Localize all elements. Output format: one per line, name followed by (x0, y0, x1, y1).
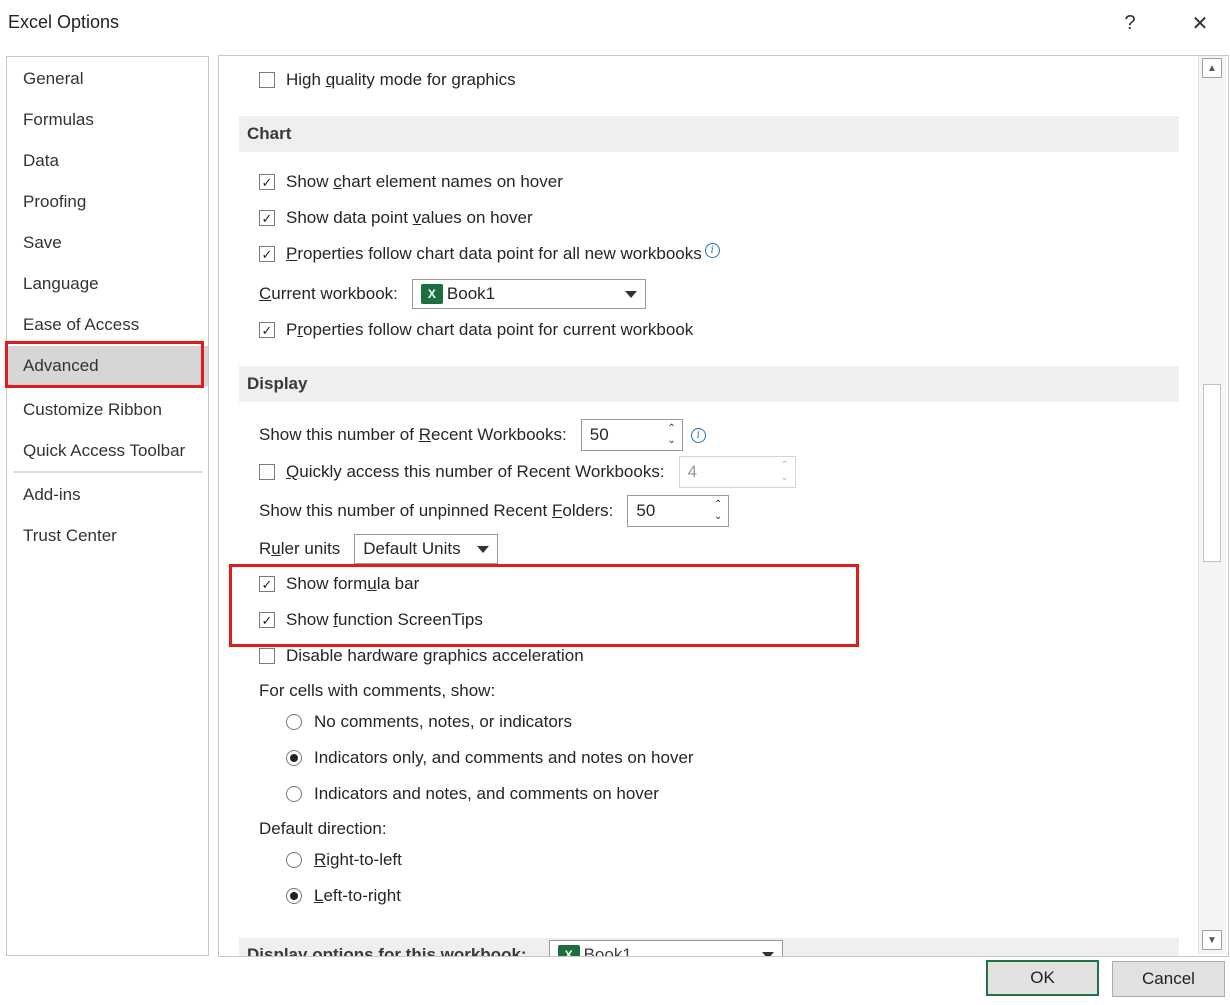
triangle-up-icon: ▲ (1207, 62, 1217, 74)
triangle-down-icon: ▼ (1207, 934, 1217, 946)
high-quality-graphics-checkbox[interactable] (259, 72, 275, 88)
scroll-up-button[interactable]: ▲ (1202, 58, 1222, 78)
chevron-down-icon (624, 291, 637, 298)
spinner-arrows-icon[interactable]: ⌃ ⌄ (714, 499, 722, 523)
nav-item-save[interactable]: Save (7, 223, 208, 263)
comment-option-none-label: No comments, notes, or indicators (314, 712, 572, 731)
ok-button[interactable]: OK (986, 960, 1099, 996)
direction-rtl-label: Right-to-left (314, 850, 402, 869)
disable-hardware-graphics-label: Disable hardware graphics acceleration (286, 646, 584, 665)
recent-folders-row: Show this number of unpinned Recent Fold… (259, 495, 730, 527)
workbook-display-section-header: Display options for this workbook: X Boo… (239, 938, 1179, 957)
props-all-workbooks-option[interactable]: Properties follow chart data point for a… (259, 240, 720, 268)
comment-option-indicators-notes[interactable]: Indicators and notes, and comments on ho… (286, 780, 659, 808)
comment-option-indicators-notes-radio[interactable] (286, 786, 302, 802)
props-current-workbook-option[interactable]: Properties follow chart data point for c… (259, 316, 693, 344)
excel-workbook-icon: X (420, 284, 443, 304)
options-nav: General Formulas Data Proofing Save Lang… (6, 56, 209, 956)
high-quality-graphics-option[interactable]: High quality mode for graphics (259, 66, 516, 94)
spinner-arrows-icon[interactable]: ⌃ ⌄ (667, 423, 675, 447)
recent-workbooks-value: 50 (589, 425, 609, 444)
nav-item-general[interactable]: General (7, 59, 208, 99)
data-point-values-label: Show data point values on hover (286, 208, 533, 227)
current-workbook-label: Current workbook: (259, 284, 398, 303)
nav-item-trust-center[interactable]: Trust Center (7, 516, 208, 556)
workbook-display-value: Book1 (583, 945, 632, 957)
cancel-button[interactable]: Cancel (1112, 961, 1225, 997)
nav-item-formulas[interactable]: Formulas (7, 100, 208, 140)
highlight-box-advanced (5, 341, 204, 388)
comment-option-indicators-only-radio[interactable] (286, 750, 302, 766)
disable-hardware-graphics-checkbox[interactable] (259, 648, 275, 664)
high-quality-graphics-label: High quality mode for graphics (286, 70, 516, 89)
help-button[interactable]: ? (1110, 6, 1150, 40)
props-all-workbooks-checkbox[interactable] (259, 246, 275, 262)
nav-item-data[interactable]: Data (7, 141, 208, 181)
comment-option-indicators-only-label: Indicators only, and comments and notes … (314, 748, 694, 767)
nav-item-add-ins[interactable]: Add-ins (7, 475, 208, 515)
current-workbook-value: Book1 (446, 284, 496, 303)
props-current-workbook-checkbox[interactable] (259, 322, 275, 338)
workbook-display-section-title: Display options for this workbook: (247, 945, 527, 957)
recent-workbooks-label: Show this number of Recent Workbooks: (259, 425, 567, 444)
props-all-workbooks-label: Properties follow chart data point for a… (286, 244, 702, 263)
quick-access-value: 4 (687, 462, 698, 481)
window-title: Excel Options (8, 12, 120, 32)
direction-ltr-label: Left-to-right (314, 886, 401, 905)
close-icon: ✕ (1191, 12, 1209, 35)
highlight-box-formula-options (229, 564, 859, 647)
default-direction-label: Default direction: (259, 819, 387, 838)
ruler-units-row: Ruler units Default Units (259, 534, 499, 564)
workbook-display-dropdown[interactable]: X Book1 (548, 940, 783, 957)
current-workbook-dropdown[interactable]: X Book1 (411, 279, 646, 309)
ruler-units-label: Ruler units (259, 539, 341, 558)
spinner-arrows-icon: ⌃ ⌄ (780, 460, 789, 483)
direction-ltr-option[interactable]: Left-to-right (286, 882, 401, 910)
quick-access-row: Quickly access this number of Recent Wor… (259, 456, 796, 488)
options-content: High quality mode for graphics Chart Sho… (218, 55, 1229, 957)
nav-item-ease-of-access[interactable]: Ease of Access (7, 305, 208, 345)
comment-option-indicators-only[interactable]: Indicators only, and comments and notes … (286, 744, 694, 772)
display-section-header: Display (239, 366, 1179, 402)
ruler-units-value: Default Units (363, 539, 461, 558)
close-button[interactable]: ✕ (1180, 6, 1220, 40)
recent-folders-label: Show this number of unpinned Recent Fold… (259, 501, 614, 520)
nav-divider (13, 471, 203, 473)
scrollbar-thumb[interactable] (1203, 384, 1221, 562)
nav-item-language[interactable]: Language (7, 264, 208, 304)
comment-option-indicators-notes-label: Indicators and notes, and comments on ho… (314, 784, 659, 803)
comment-option-none-radio[interactable] (286, 714, 302, 730)
chart-element-names-label: Show chart element names on hover (286, 172, 563, 191)
info-icon[interactable]: i (704, 242, 720, 258)
quick-access-label: Quickly access this number of Recent Wor… (286, 462, 665, 481)
excel-workbook-icon: X (557, 945, 580, 956)
comments-label: For cells with comments, show: (259, 681, 496, 700)
recent-workbooks-row: Show this number of Recent Workbooks: 50… (259, 419, 706, 451)
chevron-down-icon (477, 546, 490, 553)
nav-item-quick-access-toolbar[interactable]: Quick Access Toolbar (7, 431, 208, 471)
props-current-workbook-label: Properties follow chart data point for c… (286, 320, 694, 339)
current-workbook-row: Current workbook: X Book1 (259, 279, 646, 309)
scroll-down-button[interactable]: ▼ (1202, 930, 1222, 950)
recent-workbooks-spinner[interactable]: 50 ⌃ ⌄ (580, 419, 683, 451)
direction-rtl-option[interactable]: Right-to-left (286, 846, 402, 874)
chevron-down-icon (761, 952, 774, 956)
info-icon[interactable]: i (690, 427, 706, 443)
comment-option-none[interactable]: No comments, notes, or indicators (286, 708, 572, 736)
recent-folders-spinner[interactable]: 50 ⌃ ⌄ (627, 495, 730, 527)
direction-ltr-radio[interactable] (286, 888, 302, 904)
quick-access-spinner: 4 ⌃ ⌄ (678, 456, 796, 488)
quick-access-checkbox[interactable] (259, 464, 275, 480)
data-point-values-checkbox[interactable] (259, 210, 275, 226)
direction-rtl-radio[interactable] (286, 852, 302, 868)
chart-section-header: Chart (239, 116, 1179, 152)
chart-element-names-checkbox[interactable] (259, 174, 275, 190)
ruler-units-dropdown[interactable]: Default Units (354, 534, 499, 564)
content-scrollbar[interactable]: ▲ ▼ (1198, 56, 1226, 954)
nav-item-customize-ribbon[interactable]: Customize Ribbon (7, 390, 208, 430)
chart-element-names-option[interactable]: Show chart element names on hover (259, 168, 563, 196)
data-point-values-option[interactable]: Show data point values on hover (259, 204, 533, 232)
recent-folders-value: 50 (636, 501, 656, 520)
nav-item-proofing[interactable]: Proofing (7, 182, 208, 222)
